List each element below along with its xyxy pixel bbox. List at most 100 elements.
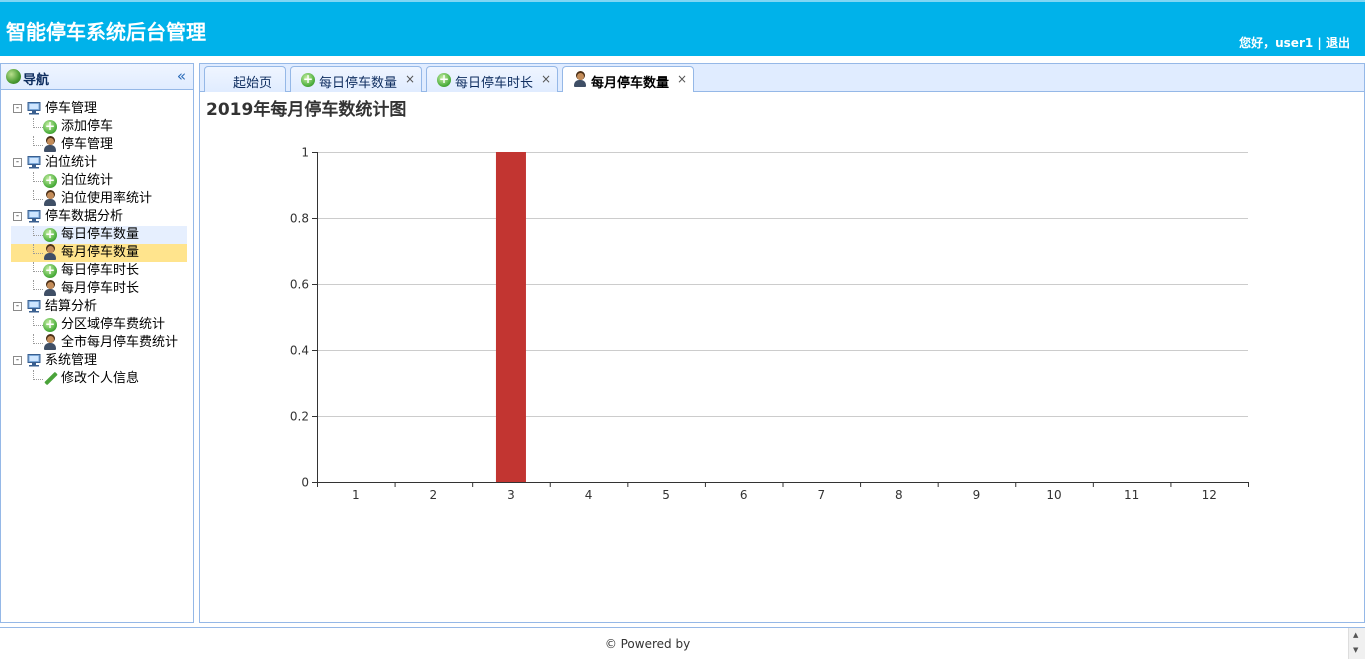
y-tick-label: 0.4	[290, 344, 309, 358]
y-tick-label: 0.8	[290, 212, 309, 226]
add-icon: +	[43, 173, 57, 188]
tree-connector	[33, 370, 43, 380]
tab-bar: 起始页 + 每日停车数量 × + 每日停车时长 × 每月停车数量 ×	[200, 64, 1364, 93]
add-icon: +	[43, 317, 57, 332]
user-icon	[573, 73, 587, 87]
scroll-up-icon[interactable]: ▲	[1353, 631, 1358, 639]
close-icon[interactable]: ×	[677, 72, 687, 86]
tree-item[interactable]: 泊位使用率统计	[11, 190, 187, 208]
tree-connector	[33, 280, 43, 290]
tab-label: 起始页	[233, 76, 273, 91]
computer-icon	[27, 156, 41, 169]
tree-item-label: 停车管理	[61, 137, 114, 152]
tree-item-label: 泊位统计	[61, 173, 114, 188]
tree-connector	[33, 190, 43, 200]
user-icon	[43, 192, 57, 206]
tree-item-label: 分区域停车费统计	[61, 317, 166, 332]
tab-label: 每日停车时长	[455, 76, 534, 91]
add-icon: +	[43, 227, 57, 242]
computer-icon	[27, 102, 41, 115]
x-tick-label: 4	[585, 488, 593, 502]
user-greeting: 您好，user1	[1239, 36, 1314, 50]
tree-group-label: 结算分析	[45, 299, 98, 314]
main-panel: 起始页 + 每日停车数量 × + 每日停车时长 × 每月停车数量 × 0 0.2 0.4 0.6 0.8…	[199, 63, 1365, 623]
tree-group-label: 泊位统计	[45, 155, 98, 170]
navigation-tree: - 停车管理 + 添加停车 停车管理 - 泊位统计 + 泊位统计 泊位使用率统计 - 停车数据分析 + 每…	[11, 100, 187, 388]
close-icon[interactable]: ×	[405, 72, 415, 86]
tree-connector	[33, 262, 43, 272]
tree-group-label: 停车数据分析	[45, 209, 124, 224]
tree-item-label: 每日停车数量	[61, 227, 140, 242]
tree-item[interactable]: 每月停车数量	[11, 244, 187, 262]
pencil-icon	[43, 372, 57, 386]
user-bar: 您好，user1 | 退出	[1239, 34, 1350, 51]
tree-item[interactable]: + 泊位统计	[11, 172, 187, 190]
tree-item[interactable]: 全市每月停车费统计	[11, 334, 187, 352]
tree-group[interactable]: - 泊位统计	[11, 154, 187, 172]
tab-content: 0 0.2 0.4 0.6 0.8 1 1 2 3 4 5 6 7 8 9 10 11 12 2019年每月停车数…	[200, 92, 1364, 622]
tree-item-label: 泊位使用率统计	[61, 191, 153, 206]
x-tick-label: 11	[1124, 488, 1139, 502]
x-tick-label: 2	[430, 488, 438, 502]
collapse-toggle-icon[interactable]: -	[13, 104, 22, 113]
tab-1[interactable]: 起始页	[204, 66, 286, 92]
tree-group[interactable]: - 停车数据分析	[11, 208, 187, 226]
add-icon: +	[437, 72, 451, 87]
collapse-toggle-icon[interactable]: -	[13, 158, 22, 167]
tree-item[interactable]: 每月停车时长	[11, 280, 187, 298]
tree-group-label: 系统管理	[45, 353, 98, 368]
y-tick-label: 0.6	[290, 278, 309, 292]
close-icon[interactable]: ×	[541, 72, 551, 86]
collapse-toggle-icon[interactable]: -	[13, 356, 22, 365]
double-chevron-left-icon[interactable]: «	[177, 67, 186, 85]
collapse-toggle-icon[interactable]: -	[13, 212, 22, 221]
tree-connector	[33, 172, 43, 182]
user-icon	[43, 246, 57, 260]
tree-item[interactable]: + 分区域停车费统计	[11, 316, 187, 334]
scroll-down-icon[interactable]: ▼	[1353, 646, 1358, 654]
x-tick-label: 6	[740, 488, 748, 502]
tree-group[interactable]: - 结算分析	[11, 298, 187, 316]
x-tick-label: 3	[507, 488, 515, 502]
tree-group[interactable]: - 停车管理	[11, 100, 187, 118]
tree-item[interactable]: + 每日停车数量	[11, 226, 187, 244]
collapse-toggle-icon[interactable]: -	[13, 302, 22, 311]
tree-group[interactable]: - 系统管理	[11, 352, 187, 370]
y-tick-label: 1	[301, 146, 309, 160]
computer-icon	[27, 300, 41, 313]
tree-item[interactable]: 停车管理	[11, 136, 187, 154]
y-tick-label: 0	[301, 476, 309, 490]
page-footer: © Powered by ▲ ▼	[0, 627, 1365, 659]
logout-link[interactable]: 退出	[1326, 36, 1350, 50]
user-bar-separator: |	[1317, 36, 1322, 50]
user-icon	[43, 138, 57, 152]
tree-item-label: 添加停车	[61, 119, 114, 134]
tab-4[interactable]: 每月停车数量 ×	[562, 66, 694, 93]
tree-item-label: 每日停车时长	[61, 263, 140, 278]
tree-item[interactable]: 修改个人信息	[11, 370, 187, 388]
user-icon	[43, 336, 57, 350]
footer-text: © Powered by	[604, 637, 691, 651]
tree-connector	[33, 226, 43, 236]
x-tick-label: 8	[895, 488, 903, 502]
globe-icon	[6, 69, 21, 84]
tree-connector	[33, 244, 43, 254]
add-icon: +	[43, 119, 57, 134]
x-tick-label: 7	[817, 488, 825, 502]
add-icon: +	[301, 72, 315, 87]
tree-connector	[33, 118, 43, 128]
footer-scrollbar[interactable]: ▲ ▼	[1348, 628, 1365, 659]
tab-3[interactable]: + 每日停车时长 ×	[426, 66, 558, 92]
navigation-panel: 导航 « - 停车管理 + 添加停车 停车管理 - 泊位统计 + 泊位统计 泊位使用率统计 - 停车数…	[0, 63, 194, 623]
tree-connector	[33, 334, 43, 344]
x-tick-label: 9	[973, 488, 981, 502]
tree-item[interactable]: + 添加停车	[11, 118, 187, 136]
navigation-panel-header: 导航 «	[1, 64, 193, 90]
tab-label: 每日停车数量	[319, 76, 398, 91]
tab-2[interactable]: + 每日停车数量 ×	[290, 66, 422, 92]
tree-item[interactable]: + 每日停车时长	[11, 262, 187, 280]
tree-connector	[33, 136, 43, 146]
x-tick-label: 5	[662, 488, 670, 502]
bar	[495, 152, 526, 482]
bar-chart: 00.20.40.60.811 2 3 4 5 6 7 8 9 10 11 12	[290, 146, 1249, 502]
